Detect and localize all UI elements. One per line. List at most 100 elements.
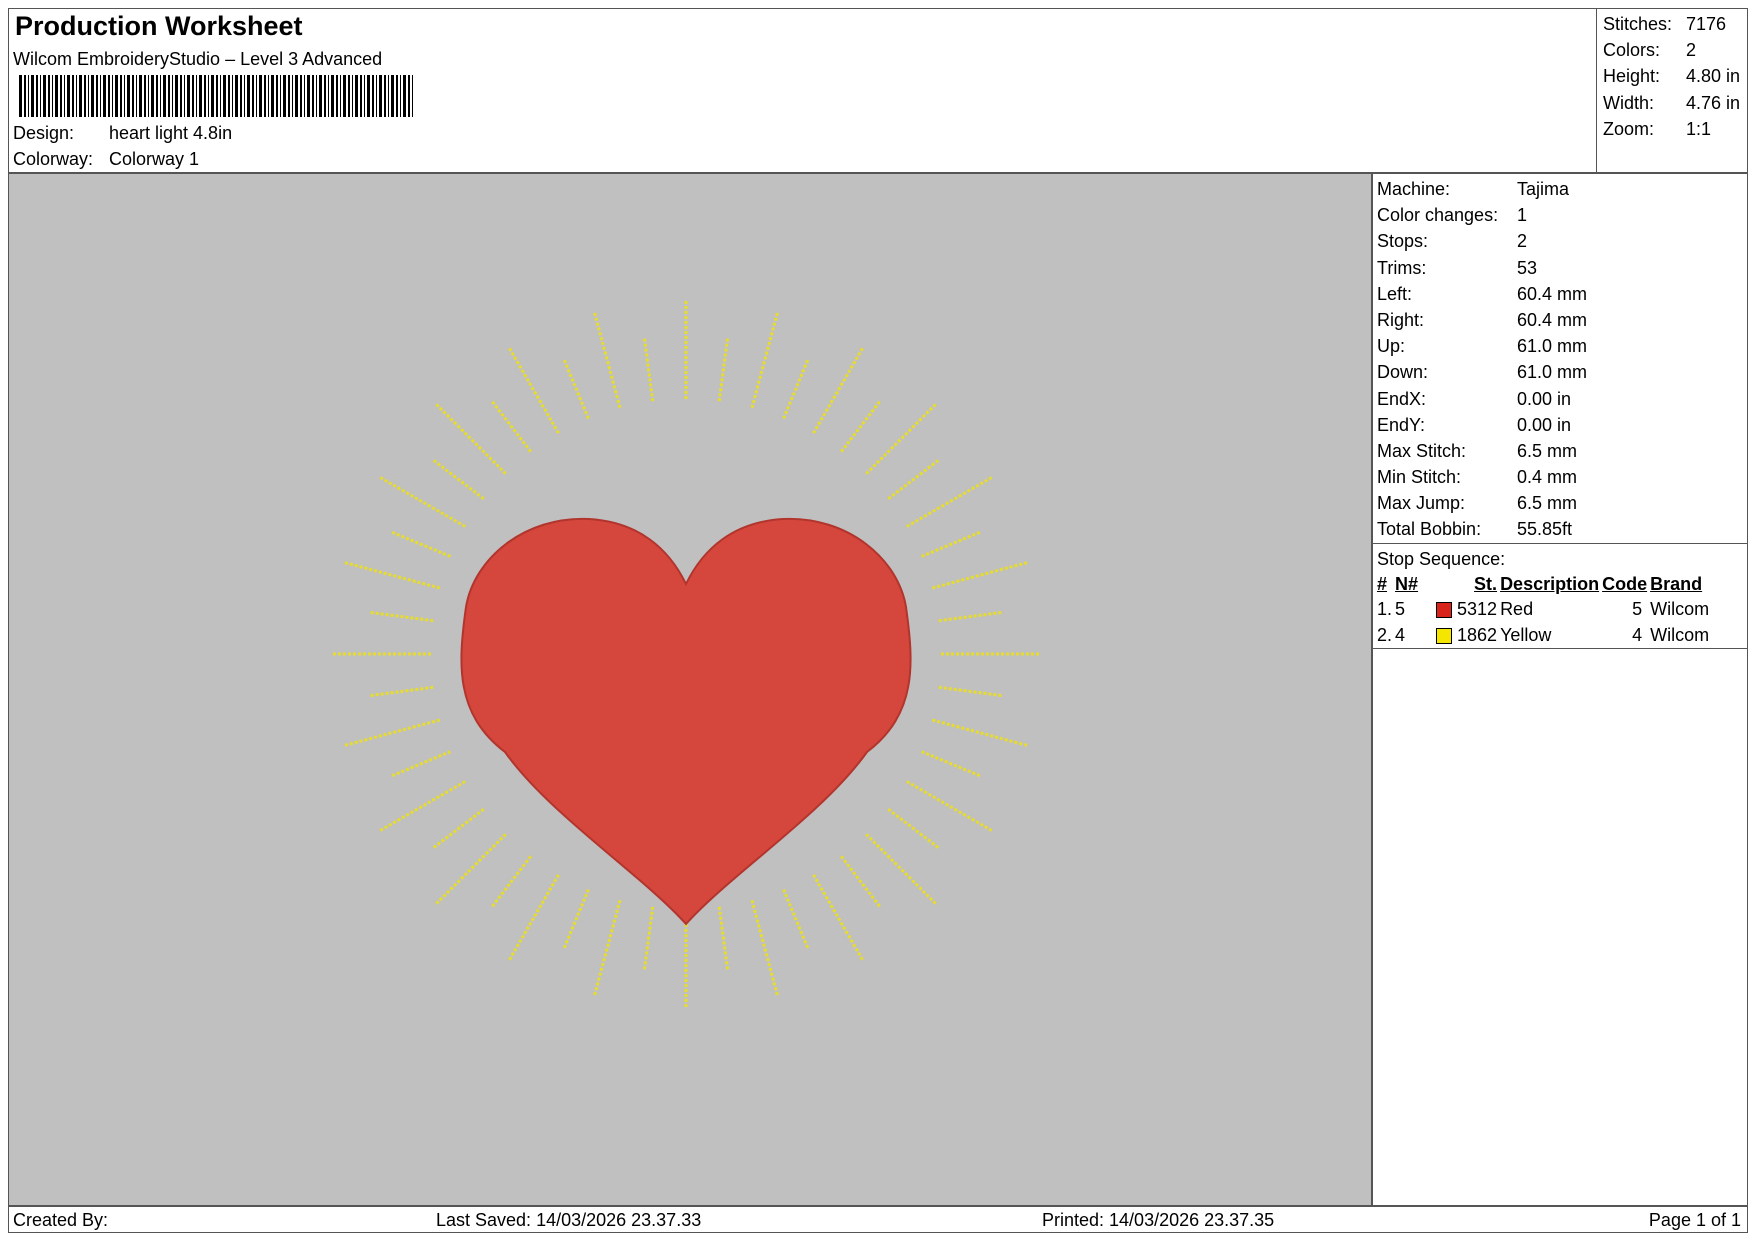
worksheet-header: Production Worksheet Wilcom EmbroiderySt… <box>8 8 1748 173</box>
machine-row: Down: 61.0 mm <box>1377 359 1747 385</box>
summary-row: Zoom: 1:1 <box>1603 116 1748 142</box>
sunburst-ray <box>717 336 730 402</box>
sunburst-ray <box>887 808 941 850</box>
barcode-bar <box>52 75 53 117</box>
machine-row: EndX: 0.00 in <box>1377 386 1747 412</box>
barcode-bar <box>91 75 94 117</box>
sunburst-ray <box>887 458 941 500</box>
barcode-bar <box>400 75 401 117</box>
machine-value: 2 <box>1517 231 1528 252</box>
stop-num: 2. <box>1377 625 1393 646</box>
color-swatch-icon <box>1436 628 1453 645</box>
summary-row: Stitches: 7176 <box>1603 11 1748 37</box>
stop-sequence-header-row: # N# St. Description Code Brand <box>1377 572 1712 597</box>
summary-label: Width: <box>1603 92 1655 113</box>
col-num: # <box>1377 573 1388 594</box>
barcode-bar <box>67 75 70 117</box>
summary-row: Colors: 2 <box>1603 37 1748 63</box>
sunburst-ray <box>377 475 466 528</box>
barcode-bar <box>127 75 130 117</box>
summary-value: 2 <box>1686 40 1697 61</box>
stop-sequence-table: # N# St. Description Code Brand 1. 5 5312 R… <box>1377 572 1712 649</box>
sunburst-ray <box>938 610 1004 623</box>
barcode-bar <box>300 75 302 117</box>
barcode-bar <box>252 75 254 117</box>
barcode-bar <box>103 75 106 117</box>
machine-row: Max Stitch: 6.5 mm <box>1377 438 1747 464</box>
stitch-count: 5312 <box>1457 599 1498 620</box>
machine-label: EndX: <box>1377 388 1427 409</box>
summary-value: 7176 <box>1686 14 1727 34</box>
barcode-bar <box>144 75 146 117</box>
sunburst-ray <box>433 833 507 907</box>
summary-value: 1:1 <box>1686 118 1712 139</box>
last-saved: Last Saved: 14/03/2026 23.37.33 <box>436 1210 702 1230</box>
design-preview <box>8 173 1372 1206</box>
barcode-bar <box>264 75 266 117</box>
sunburst-ray <box>812 874 865 963</box>
barcode-bar <box>223 75 226 117</box>
machine-label: Color changes: <box>1377 205 1499 226</box>
barcode-bar <box>240 75 242 117</box>
summary-row: Height: 4.80 in <box>1603 63 1748 89</box>
barcode-bar <box>36 75 38 117</box>
sunburst-ray <box>592 899 622 998</box>
sunburst-ray <box>431 458 485 500</box>
thread-code: 4 <box>1632 625 1643 646</box>
barcode-bar <box>48 75 50 117</box>
barcode-bar <box>108 75 110 117</box>
barcode-bar <box>199 75 202 117</box>
sunburst-ray <box>490 855 532 909</box>
stop-sequence-row: 1. 5 5312 Red 5 Wilcom <box>1377 597 1712 623</box>
barcode-bar <box>228 75 230 117</box>
barcode-bar <box>64 75 65 117</box>
sunburst-ray <box>717 906 730 972</box>
col-st: St. <box>1474 573 1498 594</box>
sunburst-ray <box>562 357 590 419</box>
machine-label: Stops: <box>1377 231 1429 252</box>
machine-value: 61.0 mm <box>1517 362 1588 383</box>
barcode-bar <box>367 75 370 117</box>
machine-value: 0.00 in <box>1517 388 1572 409</box>
barcode-bar <box>384 75 386 117</box>
barcode-bar <box>324 75 326 117</box>
sunburst-ray <box>750 899 780 998</box>
barcode-bar <box>340 75 341 117</box>
barcode-bar <box>24 75 26 117</box>
barcode-bar <box>355 75 358 117</box>
barcode-bar <box>396 75 398 117</box>
machine-value: 53 <box>1517 257 1538 278</box>
barcode-bar <box>28 75 29 117</box>
sunburst-ray <box>368 685 434 698</box>
thread-brand: Wilcom <box>1650 625 1710 646</box>
sunburst-ray <box>921 750 983 778</box>
col-needle: N# <box>1395 573 1419 594</box>
barcode-bar <box>343 75 346 117</box>
barcode-bar <box>328 75 329 117</box>
barcode-bar <box>43 75 46 117</box>
colorway-row: Colorway: Colorway 1 <box>13 149 199 170</box>
design-value: heart light 4.8in <box>109 123 233 143</box>
sunburst-ray <box>931 560 1030 590</box>
machine-row: Min Stitch: 0.4 mm <box>1377 464 1747 490</box>
sunburst-ray <box>342 560 441 590</box>
stop-sequence-row: 2. 4 1862 Yellow 4 Wilcom <box>1377 623 1712 649</box>
summary-label: Zoom: <box>1603 118 1655 139</box>
barcode-bar <box>60 75 62 117</box>
summary-label: Stitches: <box>1603 14 1673 34</box>
barcode-bar <box>256 75 257 117</box>
barcode-bar <box>403 75 406 117</box>
barcode-bar <box>148 75 149 117</box>
sunburst-ray <box>812 345 865 434</box>
machine-value: 6.5 mm <box>1517 493 1578 514</box>
barcode-bar <box>19 75 22 117</box>
barcode-bar <box>412 75 413 117</box>
barcode-bar <box>391 75 394 117</box>
machine-row: Machine: Tajima <box>1377 176 1747 202</box>
machine-value: 1 <box>1517 205 1528 226</box>
barcode-bar <box>244 75 245 117</box>
barcode-bar <box>96 75 98 117</box>
design-row: Design: heart light 4.8in <box>13 123 232 144</box>
barcode-bar <box>379 75 382 117</box>
barcode-bar <box>352 75 353 117</box>
